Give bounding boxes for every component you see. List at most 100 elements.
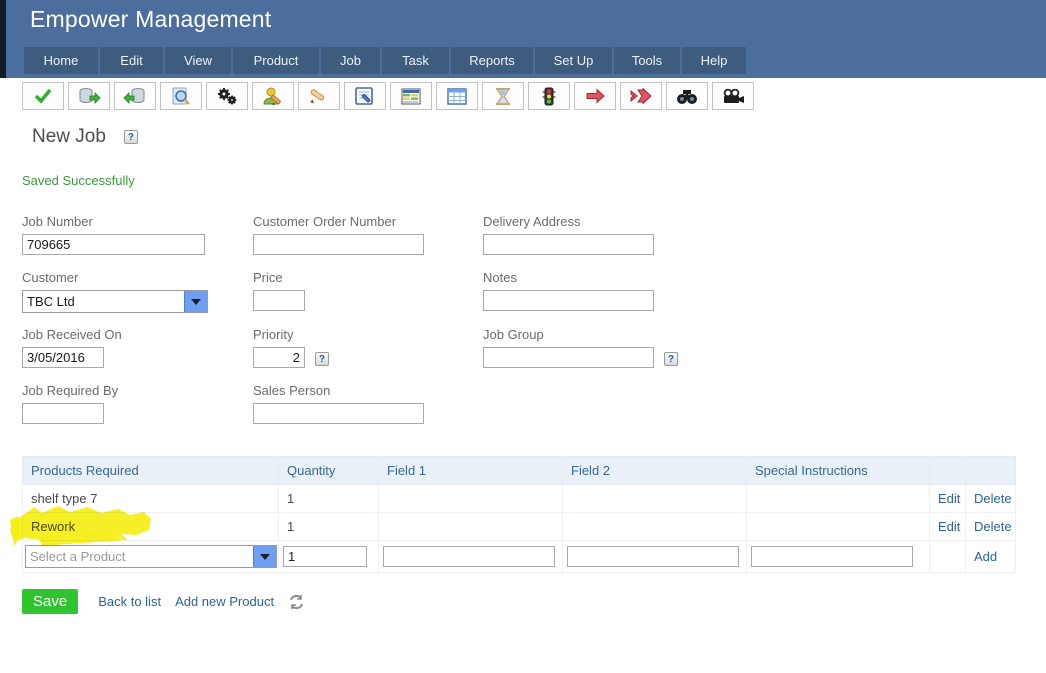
priority-field: Priority ? — [253, 327, 329, 368]
edit-form-button[interactable] — [344, 82, 386, 110]
page-title: New Job — [32, 126, 106, 147]
menu-item-home[interactable]: Home — [24, 47, 98, 74]
page-help-icon[interactable]: ? — [123, 130, 138, 144]
menu-item-job[interactable]: Job — [321, 47, 380, 74]
job-received-on-input[interactable] — [22, 347, 104, 368]
job-required-by-label: Job Required By — [22, 383, 119, 398]
traffic-light-icon — [542, 87, 556, 105]
job-group-label: Job Group — [483, 327, 544, 342]
job-form: Job Number Customer TBC Ltd Job Received… — [0, 214, 1046, 432]
footer-actions: Save Back to list Add new Product — [22, 589, 1046, 614]
add-new-product-link[interactable]: Add new Product — [175, 594, 274, 609]
notes-label: Notes — [483, 270, 517, 285]
approve-button[interactable] — [22, 82, 64, 110]
empower-management-app: Empower Management Home Edit View Produc… — [0, 0, 1046, 673]
settings-button[interactable] — [206, 82, 248, 110]
special-instructions-cell — [746, 484, 930, 513]
edit-button[interactable] — [298, 82, 340, 110]
notes-input[interactable] — [483, 290, 654, 311]
menu-item-setup[interactable]: Set Up — [535, 47, 612, 74]
quantity-cell: 1 — [278, 484, 379, 513]
delete-link[interactable]: Delete — [974, 519, 1012, 534]
table-view-button[interactable] — [436, 82, 478, 110]
menu-item-view[interactable]: View — [165, 47, 231, 74]
forward-button[interactable] — [574, 82, 616, 110]
menu-item-tools[interactable]: Tools — [614, 47, 680, 74]
customer-order-number-input[interactable] — [253, 234, 424, 255]
back-to-list-link[interactable]: Back to list — [98, 594, 161, 609]
priority-help-icon[interactable]: ? — [315, 351, 329, 366]
customer-dropdown[interactable]: TBC Ltd — [22, 290, 208, 313]
priority-label: Priority — [253, 327, 294, 342]
table-blue-icon — [447, 87, 467, 105]
add-link[interactable]: Add — [974, 549, 997, 564]
search-preview-button[interactable] — [160, 82, 202, 110]
job-required-by-input[interactable] — [22, 403, 104, 424]
col-header-edit — [929, 456, 966, 485]
col-header-special-instructions: Special Instructions — [746, 456, 930, 485]
gears-icon — [218, 87, 237, 104]
products-table: Products Required Quantity Field 1 Field… — [22, 456, 1016, 573]
job-required-by-field: Job Required By — [22, 383, 118, 424]
job-received-on-label: Job Received On — [22, 327, 122, 342]
product-select-dropdown-button[interactable] — [253, 546, 276, 567]
menu-item-edit[interactable]: Edit — [100, 47, 163, 74]
edit-user-button[interactable] — [252, 82, 294, 110]
sales-person-field: Sales Person — [253, 383, 424, 424]
customer-dropdown-button[interactable] — [184, 291, 207, 312]
product-select-value: Select a Product — [30, 549, 126, 564]
field2-cell — [562, 484, 747, 513]
customer-order-number-field: Customer Order Number — [253, 214, 424, 255]
page-title-row: New Job ? — [32, 126, 1046, 148]
table-colored-icon — [401, 88, 421, 104]
header-left-edge — [0, 0, 6, 78]
database-export-button[interactable] — [68, 82, 110, 110]
field2-cell — [562, 512, 747, 541]
document-edit-icon — [355, 87, 373, 105]
menu-item-product[interactable]: Product — [233, 47, 319, 74]
database-import-button[interactable] — [114, 82, 156, 110]
job-group-help-icon[interactable]: ? — [664, 351, 678, 366]
find-button[interactable] — [666, 82, 708, 110]
video-camera-icon — [723, 88, 744, 103]
price-input[interactable] — [253, 290, 305, 311]
fast-forward-button[interactable] — [620, 82, 662, 110]
job-number-input[interactable] — [22, 234, 205, 255]
priority-input[interactable] — [253, 347, 305, 368]
save-button[interactable]: Save — [22, 589, 79, 614]
list-report-button[interactable] — [390, 82, 432, 110]
binoculars-icon — [677, 89, 697, 104]
new-quantity-input[interactable] — [283, 546, 367, 567]
col-header-field1: Field 1 — [378, 456, 563, 485]
job-number-label: Job Number — [22, 214, 93, 229]
sales-person-input[interactable] — [253, 403, 424, 424]
status-button[interactable] — [528, 82, 570, 110]
job-group-input[interactable] — [483, 347, 654, 368]
quantity-cell: 1 — [278, 512, 379, 541]
edit-link[interactable]: Edit — [938, 491, 960, 506]
pending-button[interactable] — [482, 82, 524, 110]
special-instructions-cell — [746, 512, 930, 541]
delivery-address-field: Delivery Address — [483, 214, 654, 255]
menu-item-help[interactable]: Help — [682, 47, 746, 74]
edit-link[interactable]: Edit — [938, 519, 960, 534]
new-special-instructions-input[interactable] — [751, 546, 913, 567]
new-field1-input[interactable] — [383, 546, 555, 567]
job-group-field: Job Group ? — [483, 327, 678, 368]
table-row: Rework 1 Edit Delete — [22, 512, 1016, 541]
delivery-address-input[interactable] — [483, 234, 654, 255]
record-button[interactable] — [712, 82, 754, 110]
app-header: Empower Management Home Edit View Produc… — [0, 0, 1046, 78]
col-header-quantity: Quantity — [278, 456, 379, 485]
table-row: shelf type 7 1 Edit Delete — [22, 484, 1016, 513]
product-select-dropdown[interactable]: Select a Product — [25, 545, 277, 568]
new-field2-input[interactable] — [567, 546, 739, 567]
field1-cell — [378, 512, 563, 541]
delete-link[interactable]: Delete — [974, 491, 1012, 506]
col-header-field2: Field 2 — [562, 456, 747, 485]
menu-item-reports[interactable]: Reports — [451, 47, 533, 74]
user-edit-icon — [263, 87, 281, 105]
menu-item-task[interactable]: Task — [382, 47, 449, 74]
customer-field: Customer TBC Ltd — [22, 270, 208, 313]
refresh-button[interactable] — [288, 594, 305, 610]
